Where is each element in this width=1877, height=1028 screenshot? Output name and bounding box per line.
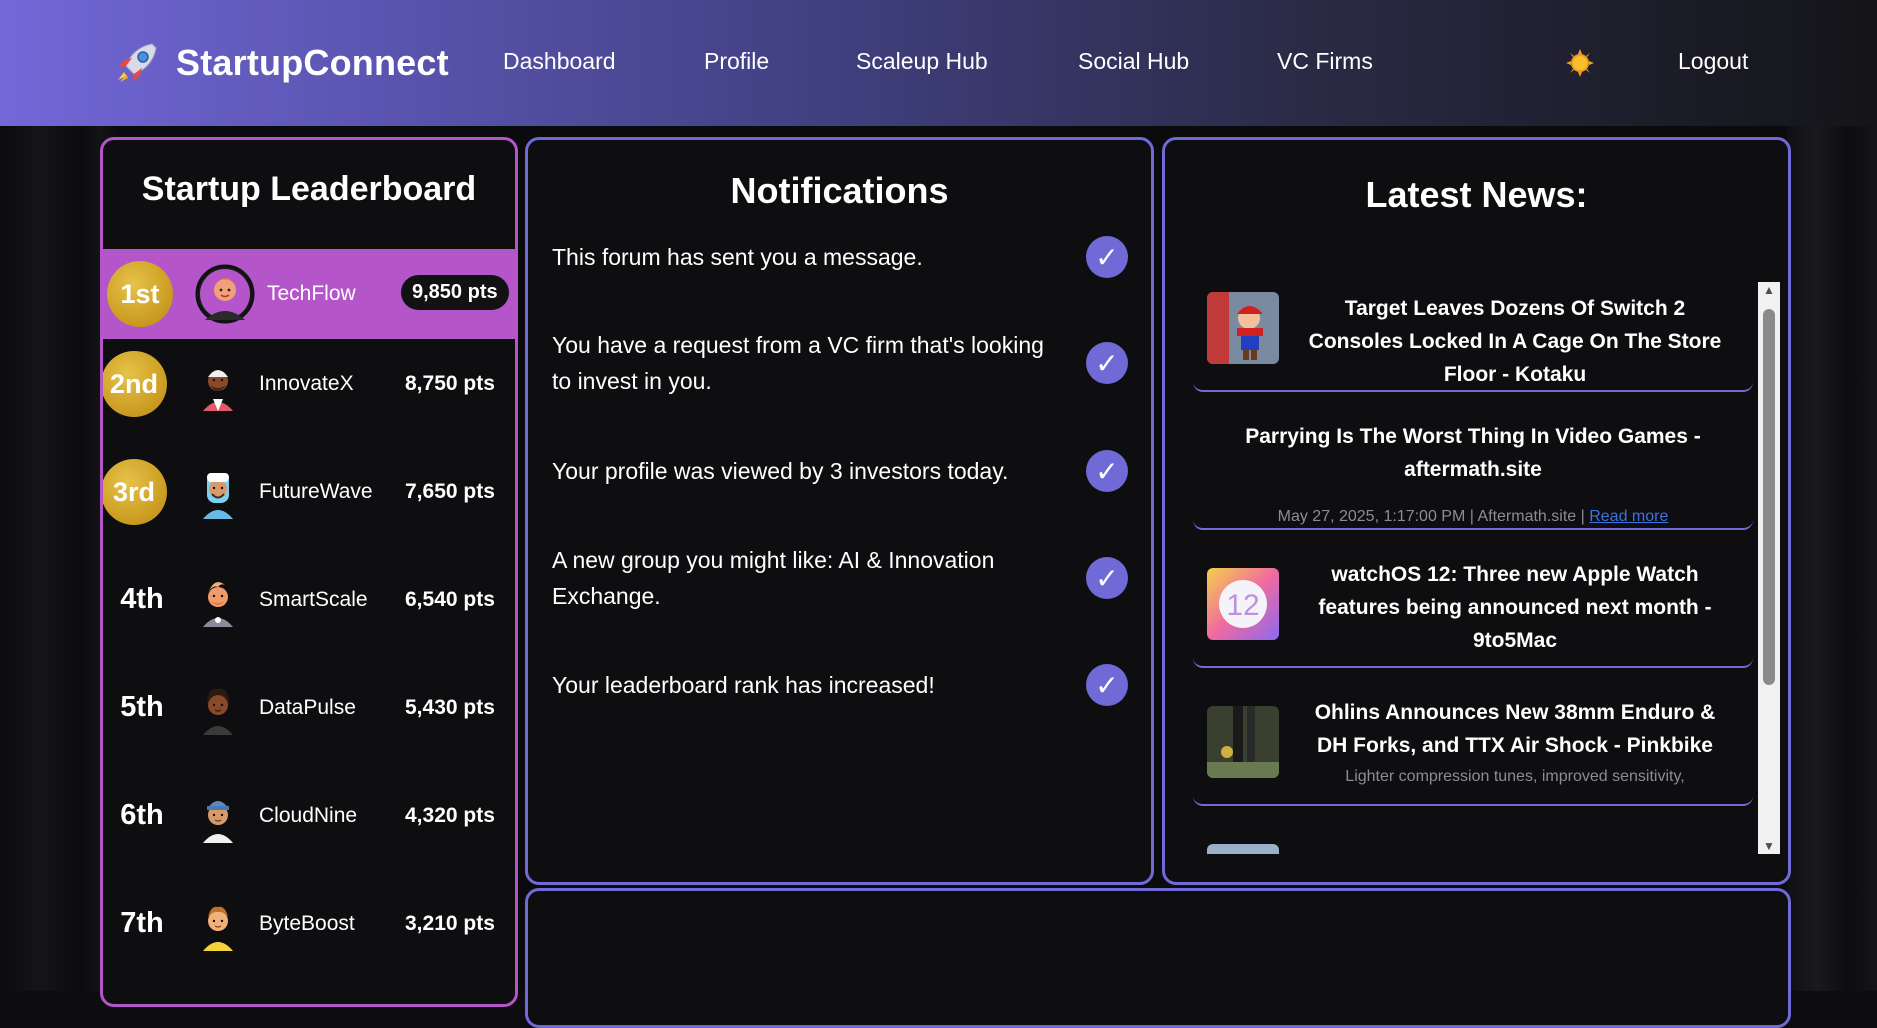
startup-name: TechFlow (267, 282, 356, 305)
startup-name: DataPulse (259, 696, 356, 719)
leaderboard-title: Startup Leaderboard (141, 170, 477, 208)
leaderboard-row[interactable]: 4th SmartScale 6,540 pts (103, 555, 515, 645)
bottom-panel (525, 888, 1791, 1028)
news-thumbnail-image (1207, 844, 1279, 854)
news-card[interactable]: Parrying Is The Worst Thing In Video Gam… (1193, 420, 1753, 530)
rank-label: 5th (120, 691, 164, 723)
latest-news-panel: Latest News: Target Leaves Dozens Of Swi… (1162, 137, 1791, 885)
gold-medal-rank: 3rd (103, 459, 167, 525)
mark-read-check-icon[interactable]: ✓ (1086, 664, 1128, 706)
leaderboard-row[interactable]: 1st TechFlow 9,850 pts (103, 249, 515, 339)
avatar (195, 264, 255, 324)
leaderboard-row[interactable]: 6th CloudNine 4,320 pts (103, 771, 515, 861)
scroll-down-arrow-icon[interactable]: ▼ (1758, 838, 1780, 854)
notification-item: A new group you might like: AI & Innovat… (552, 547, 995, 609)
notification-item: Your leaderboard rank has increased! (552, 672, 935, 698)
points-value: 5,430 pts (405, 696, 495, 719)
news-headline[interactable]: Parrying Is The Worst Thing In Video Gam… (1213, 420, 1733, 486)
news-thumbnail-image (1207, 706, 1279, 778)
avatar (203, 906, 233, 951)
leaderboard-panel: Startup Leaderboard 1st TechFlow 9,850 p… (100, 137, 518, 1007)
rank-label: 7th (120, 907, 164, 939)
rank-label: 6th (120, 799, 164, 831)
news-meta-text: May 27, 2025, 1:17:00 PM | Aftermath.sit… (1277, 508, 1585, 525)
startup-name: SmartScale (259, 588, 368, 611)
startup-name: InnovateX (259, 372, 354, 395)
leaderboard-row[interactable]: 7th ByteBoost 3,210 pts (103, 879, 515, 969)
notifications-panel: Notifications This forum has sent you a … (525, 137, 1154, 885)
points-value: 3,210 pts (405, 912, 495, 935)
notification-item: You have a request from a VC firm that's… (552, 332, 1044, 394)
news-headline[interactable]: Target Leaves Dozens Of Switch 2 Console… (1297, 292, 1733, 390)
notification-item: This forum has sent you a message. (552, 244, 923, 270)
gold-medal-rank: 1st (107, 261, 173, 327)
svg-text:12: 12 (1226, 589, 1259, 622)
nav-social-hub[interactable]: Social Hub (1078, 48, 1189, 75)
brand-name: StartupConnect (176, 42, 449, 83)
mark-read-check-icon[interactable]: ✓ (1086, 450, 1128, 492)
news-meta: Lighter compression tunes, improved sens… (1345, 768, 1685, 785)
news-scrollbar[interactable]: ▲ ▼ (1758, 282, 1780, 854)
rocket-icon (118, 43, 157, 82)
leaderboard-row[interactable]: 5th DataPulse 5,430 pts (103, 663, 515, 753)
avatar (203, 688, 233, 735)
news-headline[interactable]: watchOS 12: Three new Apple Watch featur… (1297, 558, 1733, 657)
news-headline[interactable]: Ohlins Announces New 38mm Enduro & DH Fo… (1297, 696, 1733, 762)
rank-label: 4th (120, 583, 164, 615)
news-card[interactable]: Target Leaves Dozens Of Switch 2 Console… (1193, 282, 1753, 392)
mark-read-check-icon[interactable]: ✓ (1086, 557, 1128, 599)
notifications-title: Notifications (730, 170, 949, 211)
news-card[interactable]: Ohlins Announces New 38mm Enduro & DH Fo… (1193, 696, 1753, 806)
points-value: 4,320 pts (405, 804, 495, 827)
points-value: 8,750 pts (405, 372, 495, 395)
avatar (203, 801, 233, 843)
startup-name: CloudNine (259, 804, 358, 827)
brand[interactable]: StartupConnect (112, 38, 449, 88)
scroll-thumb[interactable] (1763, 309, 1775, 685)
news-list[interactable]: Target Leaves Dozens Of Switch 2 Console… (1193, 282, 1755, 854)
leaderboard-row[interactable]: 2nd InnovateX 8,750 pts (103, 339, 515, 429)
news-thumbnail-image: 12 (1207, 568, 1279, 640)
startup-name: ByteBoost (259, 912, 355, 935)
leaderboard-row[interactable]: 3rd FutureWave 7,650 pts (103, 447, 515, 537)
nav-dashboard[interactable]: Dashboard (503, 48, 616, 75)
startup-name: FutureWave (259, 480, 373, 503)
logout-button[interactable]: Logout (1678, 48, 1748, 75)
read-more-link[interactable]: Read more (1589, 508, 1668, 525)
news-meta: May 27, 2025, 1:17:00 PM | Aftermath.sit… (1193, 508, 1753, 526)
scroll-up-arrow-icon[interactable]: ▲ (1758, 282, 1780, 298)
news-card[interactable] (1193, 834, 1753, 854)
nav-scaleup-hub[interactable]: Scaleup Hub (856, 48, 988, 75)
sun-icon[interactable] (1565, 48, 1595, 78)
nav-profile[interactable]: Profile (704, 48, 769, 75)
avatar (203, 582, 233, 627)
nav-vc-firms[interactable]: VC Firms (1277, 48, 1373, 75)
mark-read-check-icon[interactable]: ✓ (1086, 236, 1128, 278)
page-background-right (1787, 0, 1877, 991)
points-value: 7,650 pts (405, 480, 495, 503)
avatar (203, 370, 233, 411)
news-title: Latest News: (1365, 174, 1588, 215)
mark-read-check-icon[interactable]: ✓ (1086, 342, 1128, 384)
news-card[interactable]: 12 watchOS 12: Three new Apple Watch fea… (1193, 558, 1753, 668)
avatar (203, 473, 233, 519)
news-thumbnail-image (1207, 292, 1279, 364)
top-navbar: StartupConnect Dashboard Profile Scaleup… (0, 0, 1877, 126)
points-badge: 9,850 pts (401, 275, 509, 310)
gold-medal-rank: 2nd (103, 351, 167, 417)
points-value: 6,540 pts (405, 588, 495, 611)
notification-item: Your profile was viewed by 3 investors t… (552, 458, 1009, 484)
